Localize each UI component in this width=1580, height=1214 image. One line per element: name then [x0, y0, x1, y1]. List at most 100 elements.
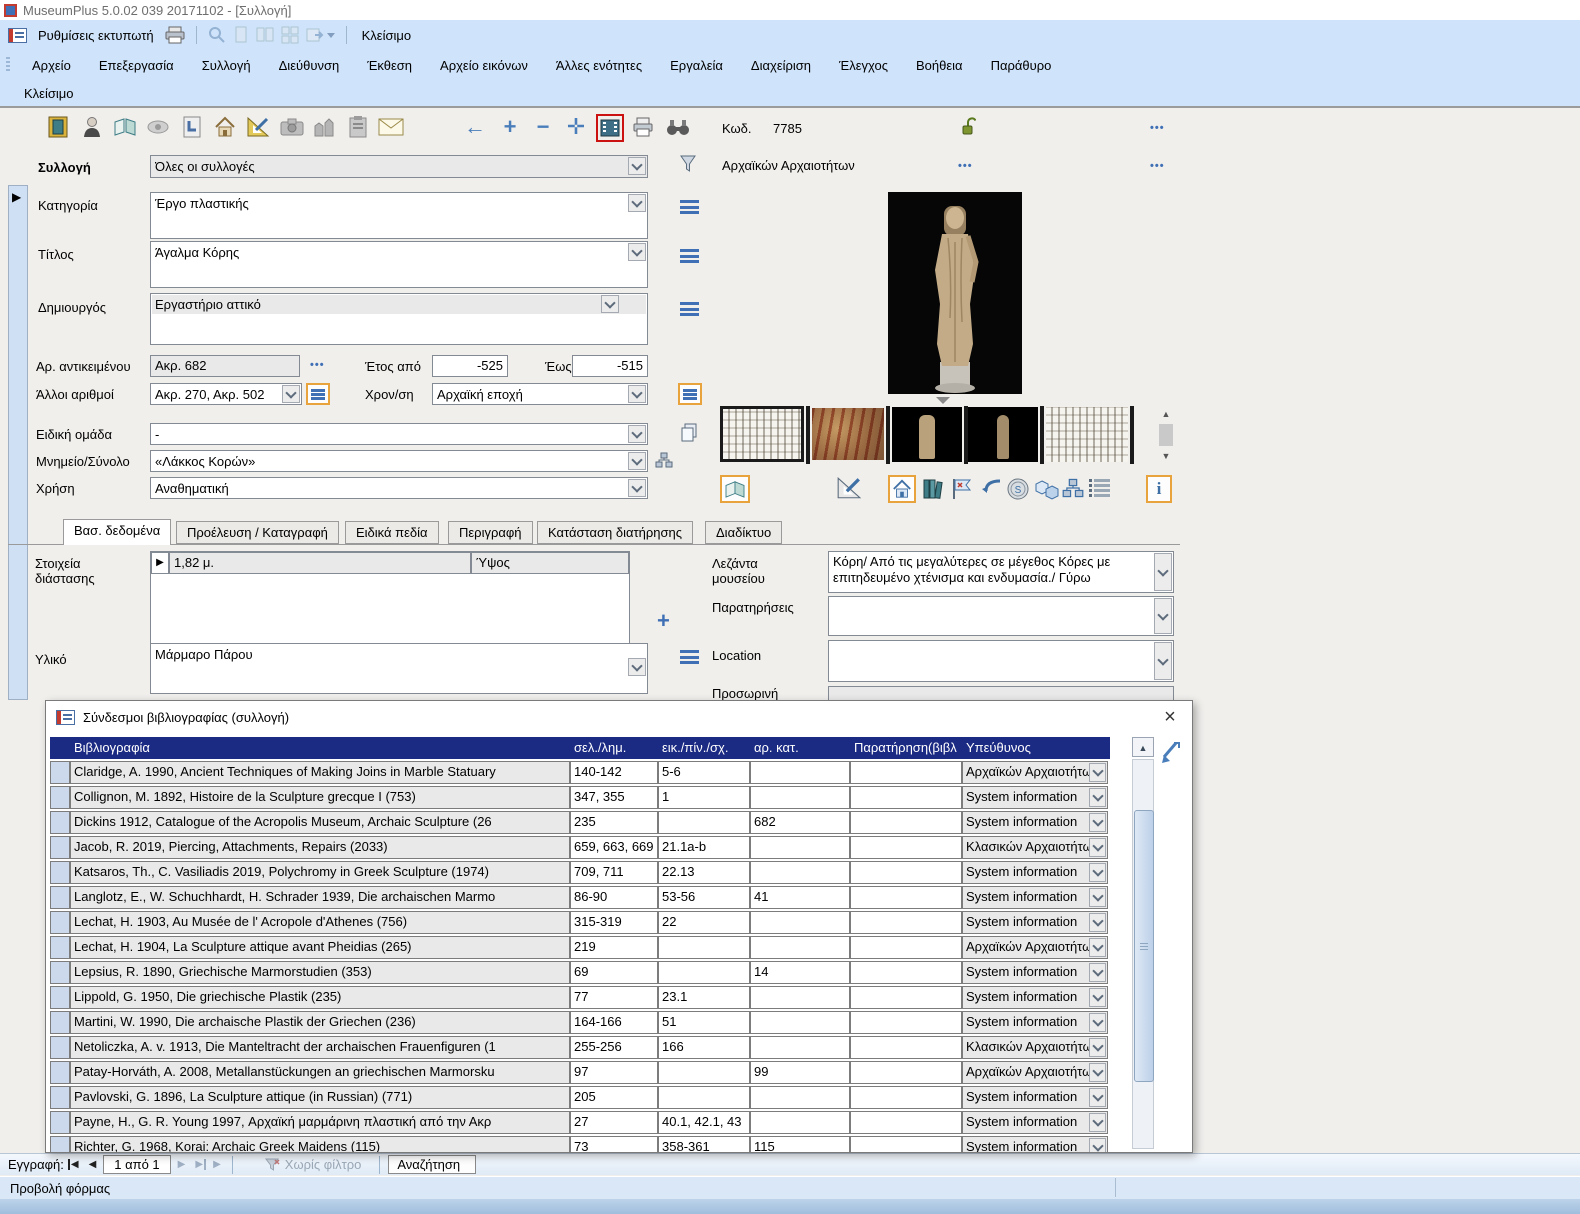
cell-figures[interactable]: [658, 1086, 750, 1109]
search-input[interactable]: Αναζήτηση: [388, 1155, 476, 1174]
cell-pages[interactable]: 235: [570, 811, 658, 834]
row-selector[interactable]: [50, 911, 70, 934]
cell-note[interactable]: [850, 1136, 962, 1153]
cell-pages[interactable]: 709, 711: [570, 861, 658, 884]
dating-detail-icon[interactable]: [678, 383, 702, 405]
dropdown-button[interactable]: [1154, 598, 1172, 634]
cell-note[interactable]: [850, 761, 962, 784]
cell-figures[interactable]: [658, 961, 750, 984]
dropdown-button[interactable]: [1089, 938, 1106, 957]
dropdown-button[interactable]: [1154, 553, 1172, 591]
dropdown-button[interactable]: [1089, 1088, 1106, 1107]
cell-responsible[interactable]: System information: [962, 961, 1108, 984]
dropdown-button[interactable]: [628, 479, 646, 497]
cell-bibliography[interactable]: Patay-Horváth, A. 2008, Metallanstückung…: [70, 1061, 570, 1084]
scrollbar-thumb[interactable]: [1134, 810, 1154, 1082]
cell-catalog[interactable]: 682: [750, 811, 850, 834]
other-numbers-combobox[interactable]: Ακρ. 270, Ακρ. 502: [150, 383, 302, 405]
cell-pages[interactable]: 73: [570, 1136, 658, 1153]
menu-item[interactable]: Εργαλεία: [656, 54, 737, 77]
cell-bibliography[interactable]: Lippold, G. 1950, Die griechische Plasti…: [70, 986, 570, 1009]
cell-figures[interactable]: [658, 1061, 750, 1084]
scrollbar-track[interactable]: [1132, 759, 1154, 1149]
home-icon[interactable]: [212, 114, 238, 140]
scroll-up-button[interactable]: ▲: [1132, 737, 1154, 757]
row-selector[interactable]: [50, 886, 70, 909]
row-selector[interactable]: [50, 1061, 70, 1084]
menu-item[interactable]: Διαχείριση: [737, 54, 825, 77]
menu-item[interactable]: Άλλες ενότητες: [542, 54, 656, 77]
cell-catalog[interactable]: [750, 836, 850, 859]
cell-catalog[interactable]: [750, 1086, 850, 1109]
object-number-ellipsis[interactable]: •••: [310, 359, 325, 371]
cell-catalog[interactable]: [750, 1111, 850, 1134]
table-row[interactable]: Lechat, H. 1904, La Sculpture attique av…: [50, 936, 1110, 959]
copy-pages-icon[interactable]: [680, 423, 698, 443]
dating-combobox[interactable]: Αρχαϊκή εποχή: [432, 383, 648, 405]
cell-note[interactable]: [850, 811, 962, 834]
cell-responsible[interactable]: System information: [962, 811, 1108, 834]
cell-note[interactable]: [850, 1086, 962, 1109]
cell-figures[interactable]: [658, 936, 750, 959]
use-combobox[interactable]: Αναθηματική: [150, 477, 648, 499]
table-row[interactable]: Collignon, M. 1892, Histoire de la Sculp…: [50, 786, 1110, 809]
main-object-image[interactable]: [888, 192, 1022, 394]
undo-arrow-icon[interactable]: [980, 477, 1004, 499]
cell-note[interactable]: [850, 836, 962, 859]
row-selector[interactable]: [50, 1036, 70, 1059]
cell-bibliography[interactable]: Claridge, A. 1990, Ancient Techniques of…: [70, 761, 570, 784]
dropdown-button[interactable]: [1089, 863, 1106, 882]
previous-record-button[interactable]: ◀: [86, 1159, 100, 1170]
menu-item[interactable]: Διεύθυνση: [265, 54, 354, 77]
row-selector[interactable]: [50, 861, 70, 884]
cell-bibliography[interactable]: Jacob, R. 2019, Piercing, Attachments, R…: [70, 836, 570, 859]
cell-catalog[interactable]: [750, 861, 850, 884]
category-combobox[interactable]: Έργο πλαστικής: [150, 192, 648, 239]
menu-item[interactable]: Έκθεση: [353, 54, 426, 77]
table-row[interactable]: Pavlovski, G. 1896, La Sculpture attique…: [50, 1086, 1110, 1109]
dropdown-button[interactable]: [1089, 788, 1106, 807]
cell-note[interactable]: [850, 1036, 962, 1059]
dropdown-button[interactable]: [628, 658, 646, 676]
dropdown-button[interactable]: [1089, 888, 1106, 907]
cell-pages[interactable]: 27: [570, 1111, 658, 1134]
cell-bibliography[interactable]: Pavlovski, G. 1896, La Sculpture attique…: [70, 1086, 570, 1109]
header-responsible[interactable]: Υπεύθυνος: [962, 737, 1108, 759]
cell-bibliography[interactable]: Collignon, M. 1892, Histoire de la Sculp…: [70, 786, 570, 809]
cell-note[interactable]: [850, 861, 962, 884]
table-row[interactable]: Jacob, R. 2019, Piercing, Attachments, R…: [50, 836, 1110, 859]
dropdown-button[interactable]: [601, 295, 619, 313]
creator-combobox[interactable]: Εργαστήριο αττικό: [150, 293, 648, 345]
cell-note[interactable]: [850, 886, 962, 909]
cell-catalog[interactable]: 14: [750, 961, 850, 984]
cell-pages[interactable]: 255-256: [570, 1036, 658, 1059]
dropdown-button[interactable]: [1089, 763, 1106, 782]
dimension-type-cell[interactable]: Ύψος: [471, 552, 629, 574]
year-to-field[interactable]: -515: [572, 355, 648, 377]
goto-record-icon[interactable]: ✛: [563, 114, 589, 140]
dropdown-button[interactable]: [1089, 1063, 1106, 1082]
row-selector[interactable]: [50, 1011, 70, 1034]
menu-item[interactable]: Αρχείο: [18, 54, 85, 77]
cell-bibliography[interactable]: Lepsius, R. 1890, Griechische Marmorstud…: [70, 961, 570, 984]
back-arrow-icon[interactable]: ←: [462, 114, 488, 140]
last-record-button[interactable]: ▶: [192, 1159, 206, 1170]
header-catalog[interactable]: αρ. κατ.: [750, 737, 850, 759]
thumbnail-manuscript-2[interactable]: [1046, 407, 1128, 462]
document-l-icon[interactable]: [179, 114, 205, 140]
table-row[interactable]: Dickins 1912, Catalogue of the Acropolis…: [50, 811, 1110, 834]
export-icon[interactable]: [306, 27, 335, 43]
dropdown-button[interactable]: [628, 243, 646, 261]
menu-item[interactable]: Έλεγχος: [825, 54, 902, 77]
header-figures[interactable]: εικ./πίν./σχ.: [658, 737, 750, 759]
tab-special-fields[interactable]: Ειδικά πεδία: [345, 521, 439, 544]
row-selector[interactable]: [50, 1111, 70, 1134]
menu-item[interactable]: Επεξεργασία: [85, 54, 188, 77]
add-record-icon[interactable]: +: [497, 114, 523, 140]
tab-description[interactable]: Περιγραφή: [448, 521, 533, 544]
dropdown-button[interactable]: [628, 452, 646, 470]
dialog-table-scrollbar[interactable]: ▲: [1132, 737, 1154, 1149]
info-icon[interactable]: i: [1146, 475, 1172, 503]
title-combobox[interactable]: Άγαλμα Κόρης: [150, 241, 648, 288]
title-detail-icon[interactable]: [680, 249, 699, 263]
